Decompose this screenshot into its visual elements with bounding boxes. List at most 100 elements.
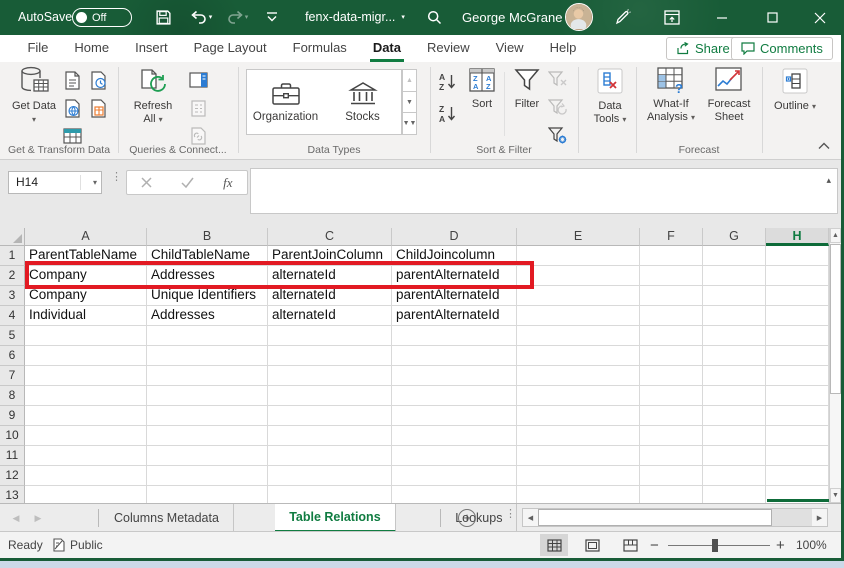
tab-file[interactable]: File [14,35,61,62]
name-box-dropdown-icon[interactable]: ▾ [93,172,97,193]
cancel-icon[interactable] [141,177,152,188]
row-header-9[interactable]: 9 [0,406,25,426]
formula-input[interactable]: ▴ [250,168,838,214]
cell-D3[interactable]: parentAlternateId [392,286,517,306]
cell-A5[interactable] [25,326,147,346]
cell-G7[interactable] [703,366,766,386]
cell-F13[interactable] [640,486,703,503]
cell-A3[interactable]: Company [25,286,147,306]
cell-F5[interactable] [640,326,703,346]
column-header-b[interactable]: B [147,228,268,246]
cell-B3[interactable]: Unique Identifiers [147,286,268,306]
row-header-4[interactable]: 4 [0,306,25,326]
cell-F1[interactable] [640,246,703,266]
row-header-5[interactable]: 5 [0,326,25,346]
cell-G2[interactable] [703,266,766,286]
column-header-f[interactable]: F [640,228,703,246]
cell-G5[interactable] [703,326,766,346]
close-button[interactable] [798,0,842,35]
cell-E12[interactable] [517,466,640,486]
cell-A11[interactable] [25,446,147,466]
zoom-level[interactable]: 100% [796,532,827,558]
sheet-tab-table-relations[interactable]: Table Relations [275,504,395,532]
tab-view[interactable]: View [483,35,537,62]
tab-page-layout[interactable]: Page Layout [181,35,280,62]
get-data-button[interactable]: Get Data ▾ [10,66,58,126]
share-button[interactable]: Share [666,37,740,60]
reapply-filter-button[interactable] [546,96,570,120]
zoom-in-button[interactable]: + [776,532,785,558]
cell-D8[interactable] [392,386,517,406]
cell-A9[interactable] [25,406,147,426]
cell-C6[interactable] [268,346,392,366]
cell-B13[interactable] [147,486,268,503]
horizontal-scroll-thumb[interactable] [538,509,772,526]
queries-connections-button[interactable] [186,68,210,92]
cell-B8[interactable] [147,386,268,406]
enter-icon[interactable] [181,177,194,188]
cell-H4[interactable] [766,306,829,326]
cell-G3[interactable] [703,286,766,306]
cell-B9[interactable] [147,406,268,426]
cell-E10[interactable] [517,426,640,446]
row-header-3[interactable]: 3 [0,286,25,306]
cell-E9[interactable] [517,406,640,426]
formula-bar-expand-icon[interactable]: ▴ [826,175,831,186]
tab-formulas[interactable]: Formulas [280,35,360,62]
scroll-left-button[interactable]: ◀ [523,509,538,526]
column-header-c[interactable]: C [268,228,392,246]
cell-D9[interactable] [392,406,517,426]
organization-data-type[interactable]: Organization [247,70,324,134]
vertical-scroll-thumb[interactable] [830,244,841,394]
what-if-analysis-button[interactable]: ? What-If Analysis ▾ [642,66,700,124]
cell-C7[interactable] [268,366,392,386]
cell-E5[interactable] [517,326,640,346]
cell-A10[interactable] [25,426,147,446]
row-header-8[interactable]: 8 [0,386,25,406]
zoom-out-button[interactable]: − [650,532,659,558]
cell-F12[interactable] [640,466,703,486]
cell-E11[interactable] [517,446,640,466]
cell-C11[interactable] [268,446,392,466]
cell-H10[interactable] [766,426,829,446]
row-header-2[interactable]: 2 [0,266,25,286]
cell-B1[interactable]: ChildTableName [147,246,268,266]
vertical-scrollbar[interactable]: ▲ ▼ [829,228,841,503]
undo-button[interactable]: ▾ [186,7,216,27]
cell-A6[interactable] [25,346,147,366]
cell-E7[interactable] [517,366,640,386]
cell-E13[interactable] [517,486,640,503]
formula-bar-drag-handle[interactable]: ⋮ [111,175,122,180]
cell-D6[interactable] [392,346,517,366]
row-header-10[interactable]: 10 [0,426,25,446]
cell-G6[interactable] [703,346,766,366]
collapse-ribbon-button[interactable] [818,142,830,152]
zoom-slider-track[interactable] [668,545,770,546]
outline-button[interactable]: Outline ▾ [770,66,820,113]
autosave-toggle[interactable]: Off [72,8,132,27]
cell-F10[interactable] [640,426,703,446]
row-header-13[interactable]: 13 [0,486,25,503]
new-sheet-button[interactable]: + [458,509,476,527]
cell-C3[interactable]: alternateId [268,286,392,306]
tab-help[interactable]: Help [537,35,590,62]
column-header-e[interactable]: E [517,228,640,246]
cell-B11[interactable] [147,446,268,466]
minimize-button[interactable] [700,0,744,35]
name-box[interactable]: H14 ▾ [8,171,102,194]
cell-C10[interactable] [268,426,392,446]
cell-A13[interactable] [25,486,147,503]
cell-G9[interactable] [703,406,766,426]
cell-G1[interactable] [703,246,766,266]
row-header-6[interactable]: 6 [0,346,25,366]
comments-button[interactable]: Comments [731,37,833,60]
properties-button[interactable] [186,96,210,120]
cell-E4[interactable] [517,306,640,326]
ribbon-display-options-button[interactable] [658,7,686,27]
gallery-up-button[interactable]: ▲ [402,69,417,92]
cell-B12[interactable] [147,466,268,486]
cell-A8[interactable] [25,386,147,406]
cell-F6[interactable] [640,346,703,366]
row-header-1[interactable]: 1 [0,246,25,266]
cell-H5[interactable] [766,326,829,346]
